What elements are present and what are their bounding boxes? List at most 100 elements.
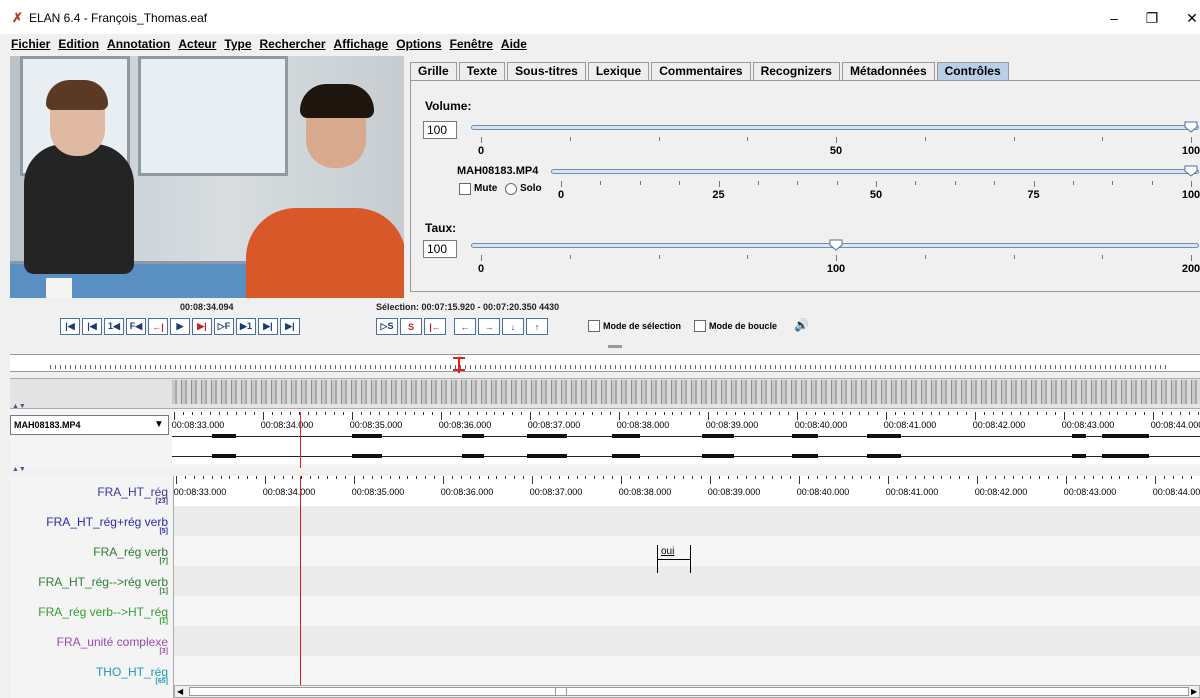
mute-checkbox[interactable] — [459, 183, 471, 195]
up-arrow-button[interactable]: ↑ — [526, 318, 548, 335]
previous-frame-button[interactable]: |◀ — [82, 318, 102, 335]
selection-begin-button[interactable]: |← — [424, 318, 446, 335]
tier-row-fra-ht-reg-reg-verb[interactable] — [174, 506, 1200, 536]
tier-count: [1] — [159, 618, 168, 625]
slider-thumb[interactable] — [1184, 165, 1198, 180]
forward-one-second-button[interactable]: ▶1 — [236, 318, 256, 335]
left-arrow-button[interactable]: ← — [454, 318, 476, 335]
crosshair-cursor-tiers[interactable] — [300, 476, 301, 698]
tab-commentaires[interactable]: Commentaires — [651, 62, 751, 80]
time-tick — [327, 476, 329, 479]
media-volume-label: MAH08183.MP4 — [457, 165, 539, 177]
tier-label-fra-ht-reg-to-reg-verb[interactable]: FRA_HT_rég-->rég verb [1] — [10, 566, 174, 596]
timeline-overview[interactable] — [10, 354, 1200, 373]
menu-rechercher[interactable]: Rechercher — [260, 34, 326, 54]
rate-slider[interactable]: 0 100 200 — [471, 239, 1200, 281]
tab-grille[interactable]: Grille — [410, 62, 457, 80]
crosshair-cursor-waveform[interactable] — [300, 412, 301, 468]
time-tick — [852, 476, 854, 479]
menu-edition[interactable]: Edition — [58, 34, 99, 54]
tier-row-fra-unite-complexe[interactable] — [174, 626, 1200, 656]
play-selection-button[interactable]: ▷S — [376, 318, 398, 335]
clear-selection-button[interactable]: S — [400, 318, 422, 335]
volume-slider[interactable]: 0 50 100 — [471, 121, 1200, 163]
menu-affichage[interactable]: Affichage — [334, 34, 389, 54]
video-person-left — [24, 144, 134, 274]
rate-input[interactable]: 100 — [423, 240, 457, 258]
tier-label-tho-ht-reg[interactable]: THO_HT_rég [65] — [10, 656, 174, 686]
horizontal-scrollbar[interactable]: ◀ ▶ — [174, 685, 1200, 698]
collapse-arrows-icon[interactable]: ▲▼ — [12, 466, 26, 473]
overview-ticks — [50, 365, 1170, 369]
media-selector[interactable]: MAH08183.MP4 — [10, 415, 169, 435]
tier-label-fra-reg-verb-to-ht-reg[interactable]: FRA_rég verb-->HT_rég [1] — [10, 596, 174, 626]
chevron-down-icon[interactable]: ▼ — [150, 416, 168, 434]
menu-fichier[interactable]: Fichier — [11, 34, 50, 54]
back-one-second-button[interactable]: 1◀ — [104, 318, 124, 335]
time-tick — [743, 412, 745, 415]
volume-input[interactable]: 100 — [423, 121, 457, 139]
solo-radio[interactable] — [505, 183, 517, 195]
tier-label-fra-reg-verb[interactable]: FRA_rég verb [7] — [10, 536, 174, 566]
slider-tick — [747, 255, 749, 259]
go-to-begin-button[interactable]: |◀ — [60, 318, 80, 335]
speaker-icon[interactable]: 🔊 — [794, 318, 814, 335]
video-viewer[interactable] — [10, 56, 404, 298]
time-tick — [494, 412, 496, 415]
time-tick — [514, 476, 516, 479]
tier-label-fra-ht-reg[interactable]: FRA_HT_rég [23] — [10, 476, 174, 506]
loop-mode-checkbox[interactable] — [694, 320, 706, 332]
menu-annotation[interactable]: Annotation — [107, 34, 170, 54]
tab-controles[interactable]: Contrôles — [936, 62, 1009, 80]
play-button[interactable]: ▶ — [170, 318, 190, 335]
play-selection-forward-button[interactable]: ▶| — [192, 318, 212, 335]
play-selection-backward-button[interactable]: ←| — [148, 318, 168, 335]
slider-tick — [924, 255, 926, 259]
tier-row-fra-reg-verb-to-ht-reg[interactable] — [174, 596, 1200, 626]
tier-label-fra-unite-complexe[interactable]: FRA_unité complexe [3] — [10, 626, 174, 656]
restore-button[interactable]: ❐ — [1130, 4, 1174, 32]
close-button[interactable]: ✕ — [1170, 4, 1200, 32]
tab-texte[interactable]: Texte — [458, 62, 506, 80]
time-tick — [425, 476, 427, 479]
slider-thumb[interactable] — [829, 239, 843, 254]
waveform-viewer[interactable]: 00:08:33.000 00:08:34.000 00:08:35.000 00:0… — [172, 412, 1200, 464]
tab-sous-titres[interactable]: Sous-titres — [507, 62, 586, 80]
tier-row-tho-ht-reg[interactable] — [174, 656, 1200, 685]
scroll-right-icon[interactable]: ▶ — [1191, 686, 1200, 697]
next-frame-button[interactable]: ▶| — [258, 318, 278, 335]
waveform-segment — [792, 454, 818, 458]
waveform-segment — [1127, 454, 1149, 458]
time-tick — [505, 476, 507, 479]
time-tick — [229, 476, 231, 479]
annotation-oui[interactable]: oui — [657, 545, 691, 573]
selection-mode-checkbox[interactable] — [588, 320, 600, 332]
media-volume-slider[interactable]: 0 25 50 75 100 — [551, 165, 1200, 207]
time-tick — [1161, 412, 1163, 415]
menu-aide[interactable]: Aide — [501, 34, 527, 54]
slider-thumb[interactable] — [1184, 121, 1198, 136]
time-tick — [921, 412, 923, 415]
time-tick-label: 00:08:36.000 — [438, 420, 492, 430]
annotation-ruler[interactable]: 00:08:33.000 00:08:34.000 00:08:35.000 00:0… — [174, 476, 1200, 506]
scroll-thumb[interactable] — [189, 687, 1189, 696]
back-frame-button[interactable]: F◀ — [126, 318, 146, 335]
tab-lexique[interactable]: Lexique — [587, 62, 650, 80]
right-arrow-button[interactable]: → — [478, 318, 500, 335]
menu-acteur[interactable]: Acteur — [178, 34, 216, 54]
menu-type[interactable]: Type — [224, 34, 251, 54]
slider-tick — [1191, 181, 1192, 187]
tab-metadonnees[interactable]: Métadonnées — [841, 62, 935, 80]
menu-options[interactable]: Options — [396, 34, 441, 54]
forward-frame-button[interactable]: ▷F — [214, 318, 234, 335]
tab-recognizers[interactable]: Recognizers — [752, 62, 840, 80]
go-to-end-button[interactable]: ▶| — [280, 318, 300, 335]
window-title: ELAN 6.4 - François_Thomas.eaf — [29, 11, 208, 25]
time-tick — [834, 476, 836, 479]
scroll-left-icon[interactable]: ◀ — [177, 686, 187, 697]
menu-fenetre[interactable]: Fenêtre — [450, 34, 493, 54]
splitter-handle[interactable] — [608, 345, 622, 348]
time-tick — [977, 476, 978, 484]
tier-label-fra-ht-reg-reg-verb[interactable]: FRA_HT_rég+rég verb [5] — [10, 506, 174, 536]
down-arrow-button[interactable]: ↓ — [502, 318, 524, 335]
